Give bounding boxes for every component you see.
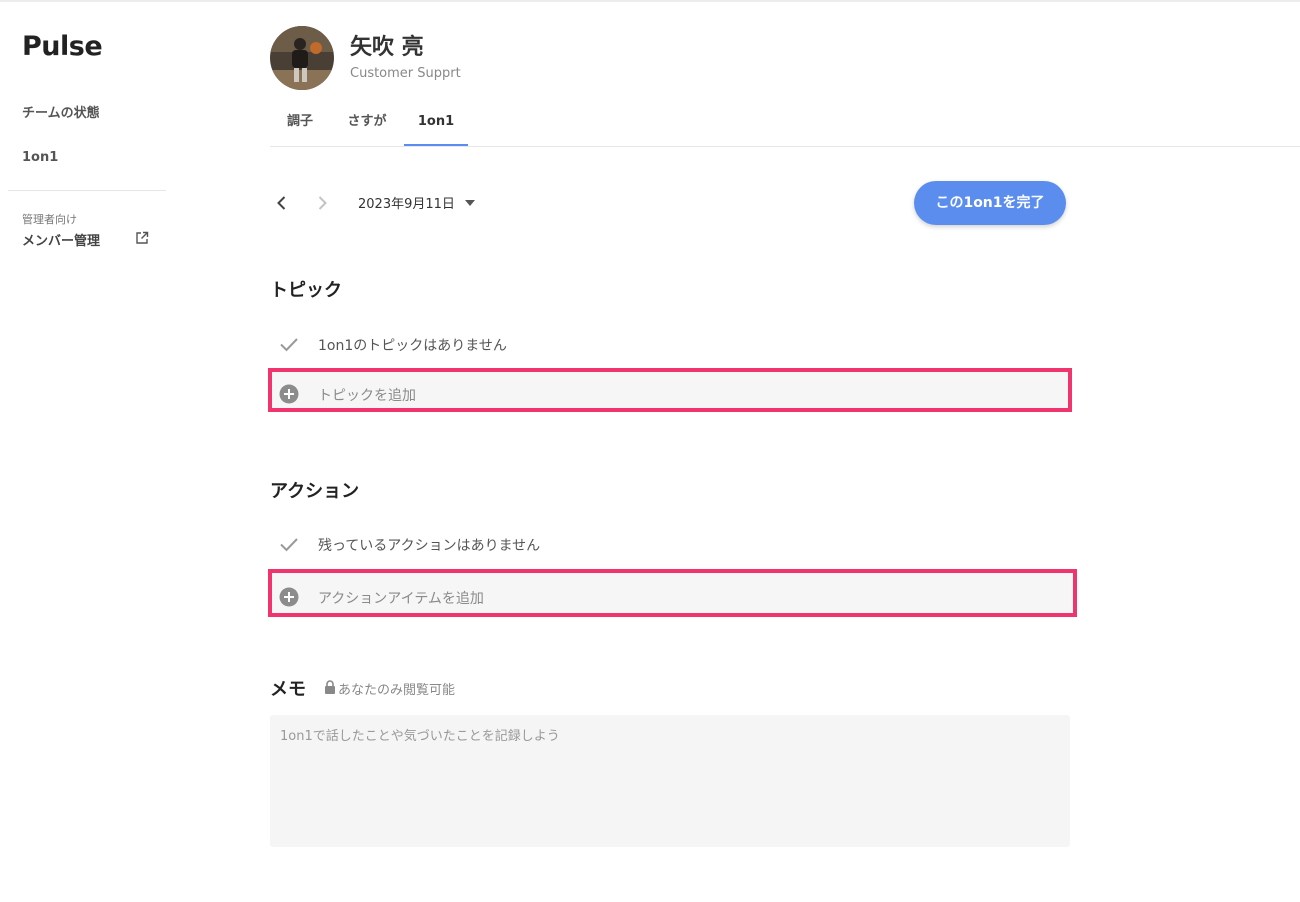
actions-title: アクション xyxy=(270,481,360,502)
tab-kudos[interactable]: さすが xyxy=(334,100,400,146)
actions-empty-text: 残っているアクションはありません xyxy=(318,538,541,554)
memo-textarea[interactable] xyxy=(270,715,1070,847)
topics-empty-row: 1on1のトピックはありません xyxy=(278,331,1058,355)
memo-title: メモ xyxy=(270,679,306,700)
check-icon xyxy=(280,538,298,552)
add-circle-icon xyxy=(279,384,299,404)
actions-empty-row: 残っているアクションはありません xyxy=(278,531,1058,555)
tab-1on1[interactable]: 1on1 xyxy=(404,100,468,146)
external-link-icon xyxy=(136,231,149,244)
member-avatar xyxy=(270,26,334,90)
sidebar-divider xyxy=(8,190,166,191)
topics-title: トピック xyxy=(270,280,342,301)
complete-1on1-button[interactable]: この1on1を完了 xyxy=(914,181,1066,225)
add-topic-label: トピックを追加 xyxy=(318,388,416,404)
app-logo[interactable]: Pulse xyxy=(22,31,103,62)
lock-icon xyxy=(325,680,335,694)
tab-condition[interactable]: 調子 xyxy=(270,100,330,146)
previous-session-icon[interactable] xyxy=(271,192,293,214)
next-session-icon[interactable] xyxy=(311,192,333,214)
member-management-label: メンバー管理 xyxy=(22,234,101,249)
check-icon xyxy=(280,338,298,352)
member-tabs: 調子 さすが 1on1 xyxy=(270,100,1300,147)
member-management-link[interactable]: メンバー管理 xyxy=(22,230,152,249)
add-topic-button[interactable]: トピックを追加 xyxy=(268,368,1072,412)
member-role: Customer Supprt xyxy=(350,66,461,81)
sidebar: Pulse チームの状態 1on1 管理者向け メンバー管理 xyxy=(0,0,170,902)
admin-section-caption: 管理者向け xyxy=(22,213,77,226)
topics-empty-text: 1on1のトピックはありません xyxy=(318,338,507,354)
add-action-item-button[interactable]: アクションアイテムを追加 xyxy=(268,569,1077,617)
sidebar-item-1on1[interactable]: 1on1 xyxy=(22,150,58,165)
sidebar-item-team-status[interactable]: チームの状態 xyxy=(22,102,100,121)
chevron-down-icon[interactable] xyxy=(465,200,475,206)
add-action-item-label: アクションアイテムを追加 xyxy=(318,591,484,607)
session-date-select[interactable]: 2023年9月11日 xyxy=(358,193,455,212)
memo-visibility-note: あなたのみ閲覧可能 xyxy=(338,683,456,698)
top-divider xyxy=(0,0,1300,2)
avatar-photo xyxy=(270,26,334,90)
add-circle-icon xyxy=(279,587,299,607)
member-name: 矢吹 亮 xyxy=(350,35,424,60)
